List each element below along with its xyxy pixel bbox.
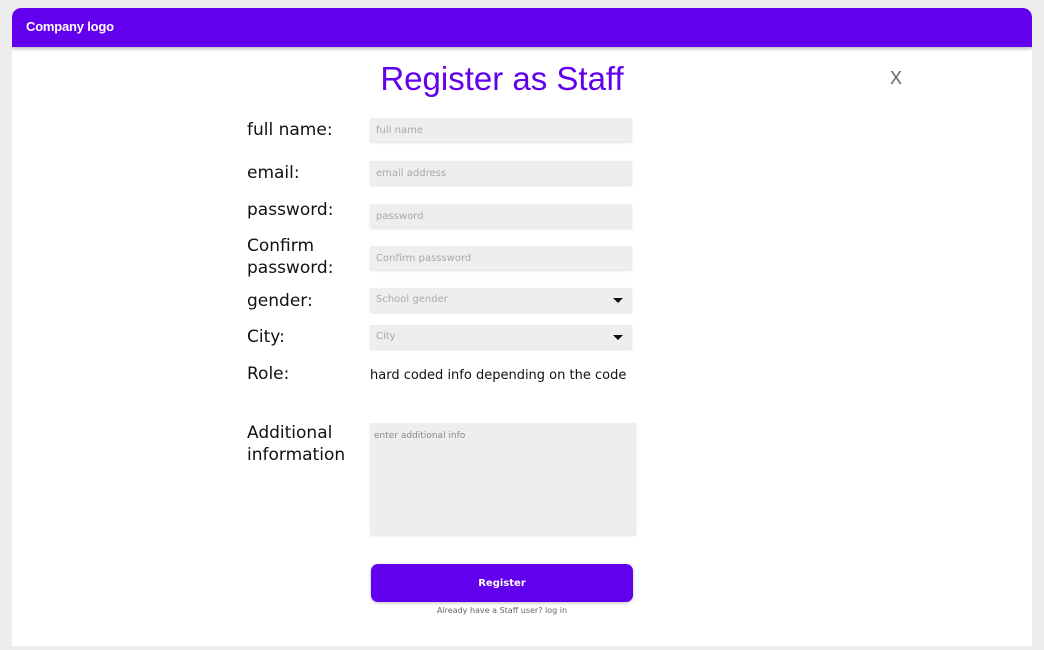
full-name-label: full name:	[247, 120, 333, 140]
city-label: City:	[247, 327, 285, 347]
gender-label: gender:	[247, 291, 313, 311]
role-value: hard coded info depending on the code	[370, 368, 627, 383]
email-input[interactable]	[370, 161, 632, 185]
role-label: Role:	[247, 364, 290, 384]
additional-info-textarea[interactable]	[370, 423, 636, 535]
confirm-password-label: Confirm password:	[247, 235, 333, 279]
gender-select-placeholder: School gender	[376, 294, 448, 305]
email-label: email:	[247, 163, 300, 183]
login-link[interactable]: Already have a Staff user? log in	[371, 606, 633, 615]
password-label: password:	[247, 200, 334, 220]
app-window: Company logo Register as Staff X full na…	[12, 8, 1032, 646]
gender-select[interactable]: School gender	[370, 288, 632, 312]
password-input[interactable]	[370, 204, 632, 228]
register-button[interactable]: Register	[371, 564, 633, 602]
city-select-placeholder: City	[376, 331, 396, 342]
chevron-down-icon	[613, 335, 623, 340]
company-logo[interactable]: Company logo	[26, 19, 114, 34]
additional-info-label-line1: Additional	[247, 423, 333, 443]
additional-info-label: Additional information	[247, 422, 345, 466]
top-bar: Company logo	[12, 8, 1032, 47]
confirm-password-label-line2: password:	[247, 258, 334, 278]
additional-info-label-line2: information	[247, 445, 346, 465]
confirm-password-input[interactable]	[370, 246, 632, 270]
city-select[interactable]: City	[370, 325, 632, 349]
close-icon[interactable]: X	[890, 68, 902, 89]
confirm-password-label-line1: Confirm	[247, 236, 315, 256]
chevron-down-icon	[613, 298, 623, 303]
page-title: Register as Staff	[380, 60, 624, 97]
full-name-input[interactable]	[370, 118, 632, 142]
